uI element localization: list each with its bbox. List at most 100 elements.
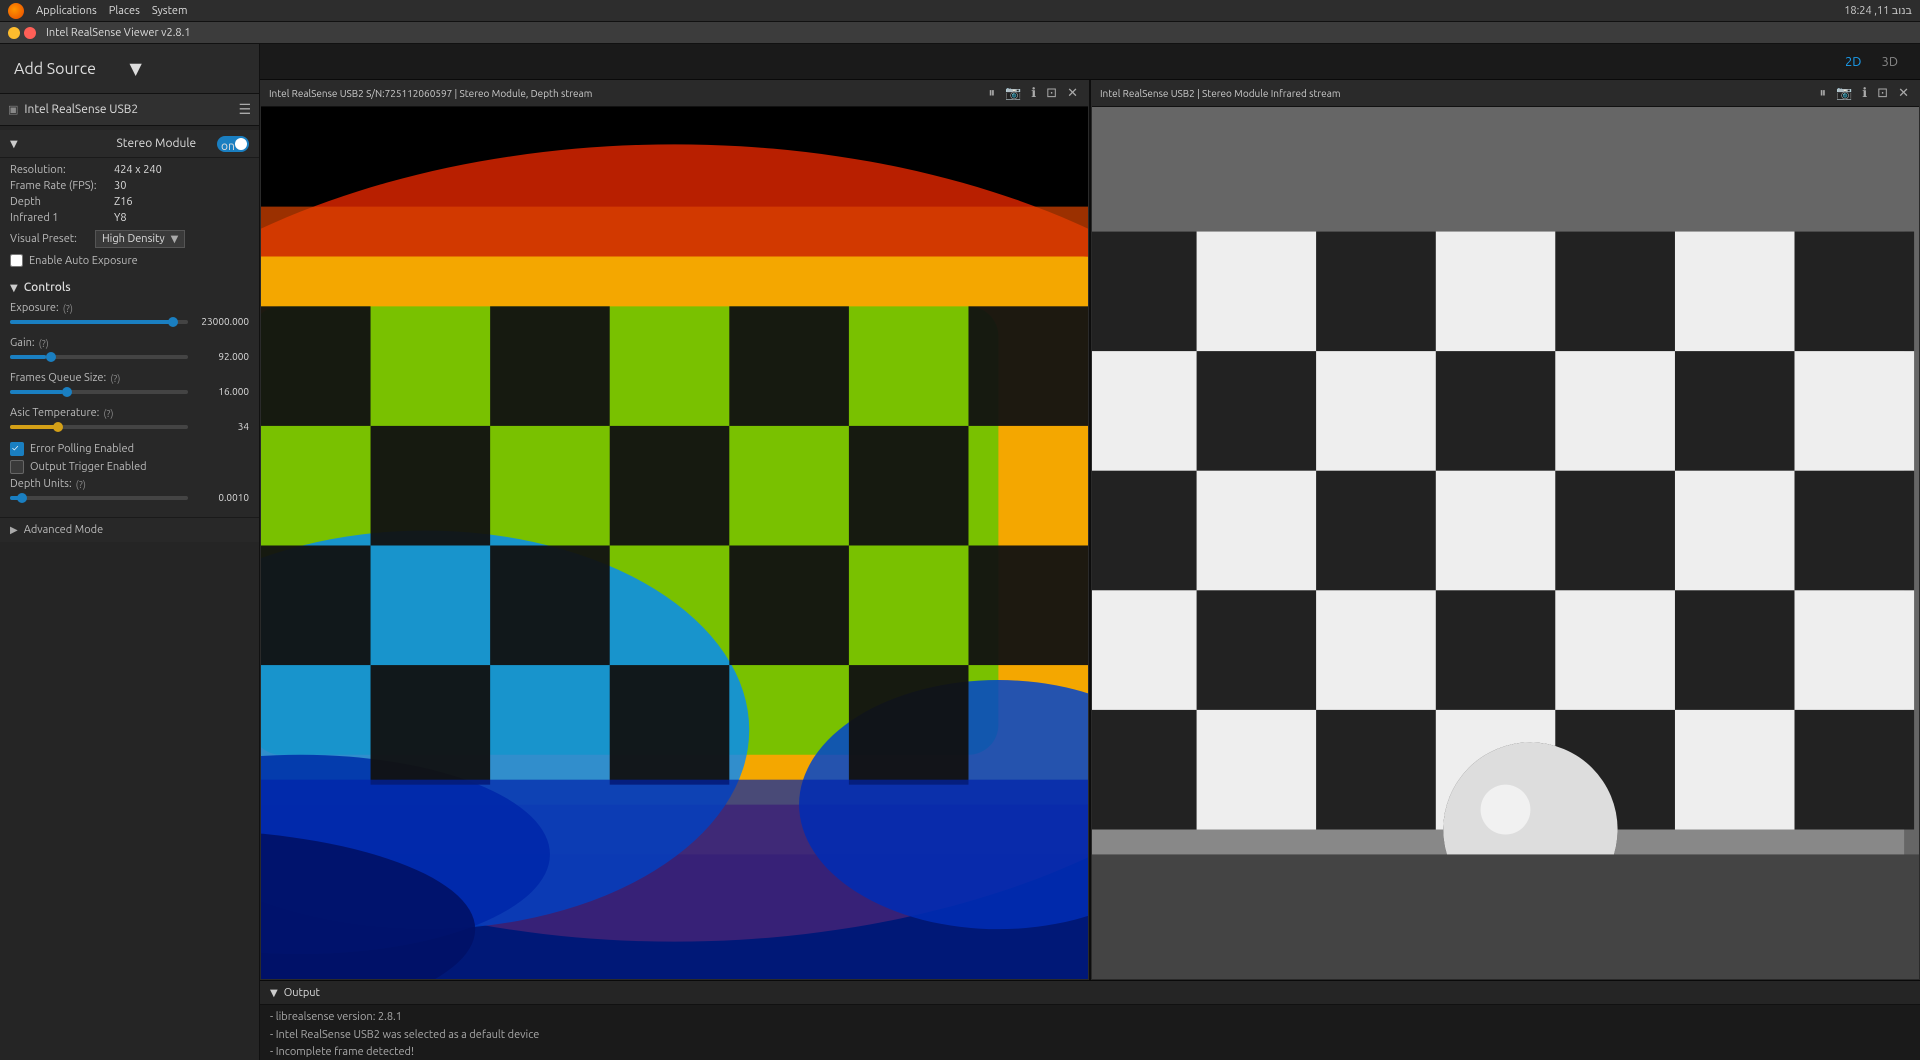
auto-exposure-label: Enable Auto Exposure: [29, 255, 138, 267]
view-toolbar: 2D 3D: [260, 44, 1920, 80]
ir-info-icon[interactable]: ℹ: [1860, 86, 1869, 101]
stereo-settings-area: Resolution: 424 x 240 Frame Rate (FPS): …: [0, 158, 259, 277]
controls-label: Controls: [24, 281, 71, 294]
exposure-label: Exposure:: [10, 302, 59, 314]
output-log-line-1: - librealsense version: 2.8.1: [270, 1009, 1910, 1027]
ir-pause-icon[interactable]: ⏸: [1818, 86, 1829, 101]
depth-stream-header: Intel RealSense USB2 S/N:725112060597 | …: [261, 81, 1088, 107]
frames-queue-control: Frames Queue Size: (?) 16.000: [10, 372, 249, 397]
frames-queue-slider[interactable]: [10, 390, 188, 394]
output-header-label: Output: [284, 987, 320, 999]
output-collapse-icon: ▼: [270, 987, 278, 999]
stereo-module-collapse-icon: ▼: [10, 138, 111, 150]
output-header[interactable]: ▼ Output: [260, 981, 1920, 1005]
frames-queue-label: Frames Queue Size:: [10, 372, 106, 384]
app-title: Intel RealSense Viewer v2.8.1: [46, 27, 191, 39]
firefox-icon: [8, 3, 24, 19]
depth-close-icon[interactable]: ✕: [1065, 86, 1080, 101]
error-polling-row[interactable]: Error Polling Enabled: [10, 442, 249, 456]
ir-maximize-icon[interactable]: ⊡: [1875, 86, 1890, 101]
output-panel: ▼ Output - librealsense version: 2.8.1 -…: [260, 980, 1920, 1060]
depth-stream-canvas: [261, 107, 1088, 979]
main-layout: Add Source ▼ ▣ Intel RealSense USB2 ☰ ▼ …: [0, 44, 1920, 1060]
exposure-control: Exposure: (?) 23000.000: [10, 302, 249, 327]
visual-preset-label: Visual Preset:: [10, 233, 95, 245]
output-trigger-checkbox[interactable]: [10, 460, 24, 474]
preset-arrow-icon: ▼: [171, 233, 179, 245]
gain-help-icon[interactable]: (?): [39, 338, 49, 349]
sidebar: Add Source ▼ ▣ Intel RealSense USB2 ☰ ▼ …: [0, 44, 260, 1060]
advanced-mode-row[interactable]: ▶ Advanced Mode: [0, 517, 259, 542]
depth-screenshot-icon[interactable]: 📷: [1003, 86, 1023, 101]
depth-pause-icon[interactable]: ⏸: [987, 86, 998, 101]
advanced-mode-expand-icon: ▶: [10, 524, 18, 536]
device-section: ▣ Intel RealSense USB2 ☰ ▼ Stereo Module…: [0, 94, 259, 546]
system-bar: Applications Places System 18:24 ,11 בנו…: [0, 0, 1920, 22]
controls-collapse-icon: ▼: [10, 282, 18, 294]
view-2d-button[interactable]: 2D: [1839, 53, 1868, 71]
asic-temp-label: Asic Temperature:: [10, 407, 99, 419]
depth-row: Depth Z16: [10, 196, 249, 208]
system-bar-right: 18:24 ,11 בנוב: [1844, 4, 1912, 17]
auto-exposure-checkbox[interactable]: [10, 254, 23, 267]
exposure-value: 23000.000: [194, 316, 249, 327]
frames-queue-value: 16.000: [194, 386, 249, 397]
resolution-label: Resolution:: [10, 164, 110, 176]
device-icon: ▣: [8, 103, 18, 116]
depth-stream-title: Intel RealSense USB2 S/N:725112060597 | …: [269, 88, 981, 99]
output-log-line-2: - Intel RealSense USB2 was selected as a…: [270, 1027, 1910, 1045]
device-name: Intel RealSense USB2: [24, 103, 238, 116]
output-log: - librealsense version: 2.8.1 - Intel Re…: [260, 1005, 1920, 1060]
frames-queue-help-icon[interactable]: (?): [110, 373, 120, 384]
asic-temp-value: 34: [194, 421, 249, 432]
menu-system[interactable]: System: [152, 5, 188, 17]
output-trigger-row[interactable]: Output Trigger Enabled: [10, 460, 249, 474]
error-polling-label: Error Polling Enabled: [30, 443, 134, 455]
device-menu-icon[interactable]: ☰: [238, 101, 251, 118]
menu-places[interactable]: Places: [109, 5, 140, 17]
output-trigger-label: Output Trigger Enabled: [30, 461, 147, 473]
add-source-arrow-icon: ▼: [130, 59, 246, 78]
asic-temp-control: Asic Temperature: (?) 34: [10, 407, 249, 432]
visual-preset-row: Visual Preset: High Density ▼: [10, 230, 249, 248]
depth-units-help-icon[interactable]: (?): [76, 479, 86, 490]
ir-stream-canvas: [1092, 107, 1919, 979]
minimize-button[interactable]: [8, 27, 20, 39]
ir-stream-panel: Intel RealSense USB2 | Stereo Module Inf…: [1091, 80, 1920, 980]
auto-exposure-row[interactable]: Enable Auto Exposure: [10, 254, 249, 267]
depth-units-control: Depth Units: (?) 0.0010: [10, 478, 249, 503]
controls-header[interactable]: ▼ Controls: [10, 281, 249, 294]
stereo-module-toggle[interactable]: on: [217, 136, 249, 152]
depth-units-label: Depth Units:: [10, 478, 72, 490]
ir-close-icon[interactable]: ✕: [1896, 86, 1911, 101]
controls-section: ▼ Controls Exposure: (?): [0, 277, 259, 517]
resolution-value: 424 x 240: [114, 164, 162, 176]
view-3d-button[interactable]: 3D: [1875, 53, 1904, 71]
content-area: 2D 3D Intel RealSense USB2 S/N:725112060…: [260, 44, 1920, 1060]
fps-value: 30: [114, 180, 126, 192]
asic-temp-help-icon[interactable]: (?): [103, 408, 113, 419]
ir-stream-svg: [1092, 107, 1919, 979]
error-polling-checkbox[interactable]: [10, 442, 24, 456]
app-title-bar: Intel RealSense Viewer v2.8.1: [0, 22, 1920, 44]
device-header: ▣ Intel RealSense USB2 ☰: [0, 94, 259, 126]
ir-screenshot-icon[interactable]: 📷: [1834, 86, 1854, 101]
asic-temp-slider[interactable]: [10, 425, 188, 429]
fps-row: Frame Rate (FPS): 30: [10, 180, 249, 192]
gain-slider[interactable]: [10, 355, 188, 359]
stereo-module-section: ▼ Stereo Module on Resolution: 424 x 240…: [0, 126, 259, 546]
depth-info-icon[interactable]: ℹ: [1029, 86, 1038, 101]
depth-units-slider[interactable]: [10, 496, 188, 500]
stereo-module-header[interactable]: ▼ Stereo Module on: [0, 130, 259, 158]
visual-preset-dropdown[interactable]: High Density ▼: [95, 230, 185, 248]
close-button[interactable]: [24, 27, 36, 39]
advanced-mode-label: Advanced Mode: [24, 524, 103, 536]
exposure-help-icon[interactable]: (?): [63, 303, 73, 314]
add-source-button[interactable]: Add Source ▼: [0, 44, 259, 94]
toggle-on-label: on: [221, 140, 235, 153]
output-log-line-3: - Incomplete frame detected!: [270, 1044, 1910, 1060]
menu-applications[interactable]: Applications: [36, 5, 97, 17]
exposure-slider[interactable]: [10, 320, 188, 324]
depth-value: Z16: [114, 196, 133, 208]
depth-maximize-icon[interactable]: ⊡: [1044, 86, 1059, 101]
